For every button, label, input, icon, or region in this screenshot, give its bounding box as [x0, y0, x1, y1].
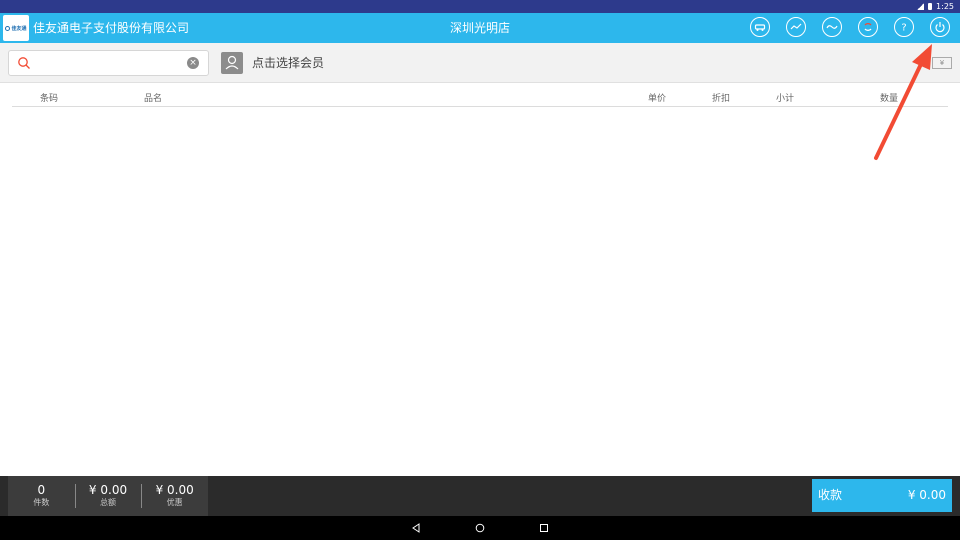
- help-icon[interactable]: ?: [894, 17, 914, 37]
- wave-icon[interactable]: [822, 17, 842, 37]
- search-box[interactable]: ×: [8, 50, 209, 76]
- order-summary: 0 件数 ¥ 0.00 总额 ¥ 0.00 优惠: [8, 476, 208, 516]
- signal-icon: [917, 3, 925, 10]
- recents-icon[interactable]: [539, 523, 549, 533]
- member-avatar[interactable]: [221, 52, 243, 74]
- summary-discount-label: 优惠: [166, 498, 183, 507]
- column-product-name: 品名: [144, 94, 163, 104]
- status-time: 1:25: [936, 2, 954, 11]
- summary-discount: ¥ 0.00 优惠: [141, 476, 208, 516]
- bottom-bar: 0 件数 ¥ 0.00 总额 ¥ 0.00 优惠 收款 ¥ 0.00: [0, 476, 960, 516]
- clear-icon[interactable]: ×: [187, 57, 199, 69]
- summary-total-value: ¥ 0.00: [88, 483, 128, 497]
- company-logo: 佳友通: [3, 15, 29, 41]
- column-quantity: 数量: [880, 94, 899, 104]
- battery-icon: [928, 3, 933, 10]
- column-discount: 折扣: [712, 94, 731, 104]
- store-name: 深圳光明店: [449, 21, 510, 35]
- search-row: × 点击选择会员 ¥: [0, 43, 960, 83]
- search-icon: [18, 57, 30, 69]
- app-bar: 佳友通 佳友通电子支付股份有限公司 深圳光明店 ?: [0, 13, 960, 43]
- collect-payment-label: 收款: [818, 488, 843, 502]
- product-table-header: 条码 品名 单价 折扣 小计 数量: [12, 87, 948, 107]
- column-subtotal: 小计: [776, 94, 795, 104]
- back-icon[interactable]: [411, 523, 421, 533]
- company-name: 佳友通电子支付股份有限公司: [33, 21, 190, 35]
- collect-payment-amount: ¥ 0.00: [907, 488, 946, 502]
- summary-count-label: 件数: [33, 498, 50, 507]
- toolbar-icons: ?: [750, 17, 950, 37]
- sync-icon[interactable]: [858, 17, 878, 37]
- status-bar: 1:25: [0, 0, 960, 13]
- trend-icon[interactable]: [786, 17, 806, 37]
- home-icon[interactable]: [475, 523, 485, 533]
- price-tag-icon[interactable]: ¥: [932, 57, 952, 69]
- search-input[interactable]: [35, 54, 185, 72]
- select-member-button[interactable]: 点击选择会员: [252, 43, 324, 83]
- summary-count: 0 件数: [8, 476, 75, 516]
- svg-text:?: ?: [901, 23, 906, 34]
- power-icon[interactable]: [930, 17, 950, 37]
- column-barcode: 条码: [40, 94, 59, 104]
- column-unit-price: 单价: [648, 94, 667, 104]
- navigation-bar: [0, 516, 960, 540]
- summary-total-label: 总额: [100, 498, 116, 507]
- summary-discount-value: ¥ 0.00: [155, 483, 194, 497]
- car-icon[interactable]: [750, 17, 770, 37]
- summary-total: ¥ 0.00 总额: [74, 476, 142, 516]
- collect-payment-button[interactable]: 收款 ¥ 0.00: [812, 479, 952, 512]
- summary-count-value: 0: [37, 483, 46, 497]
